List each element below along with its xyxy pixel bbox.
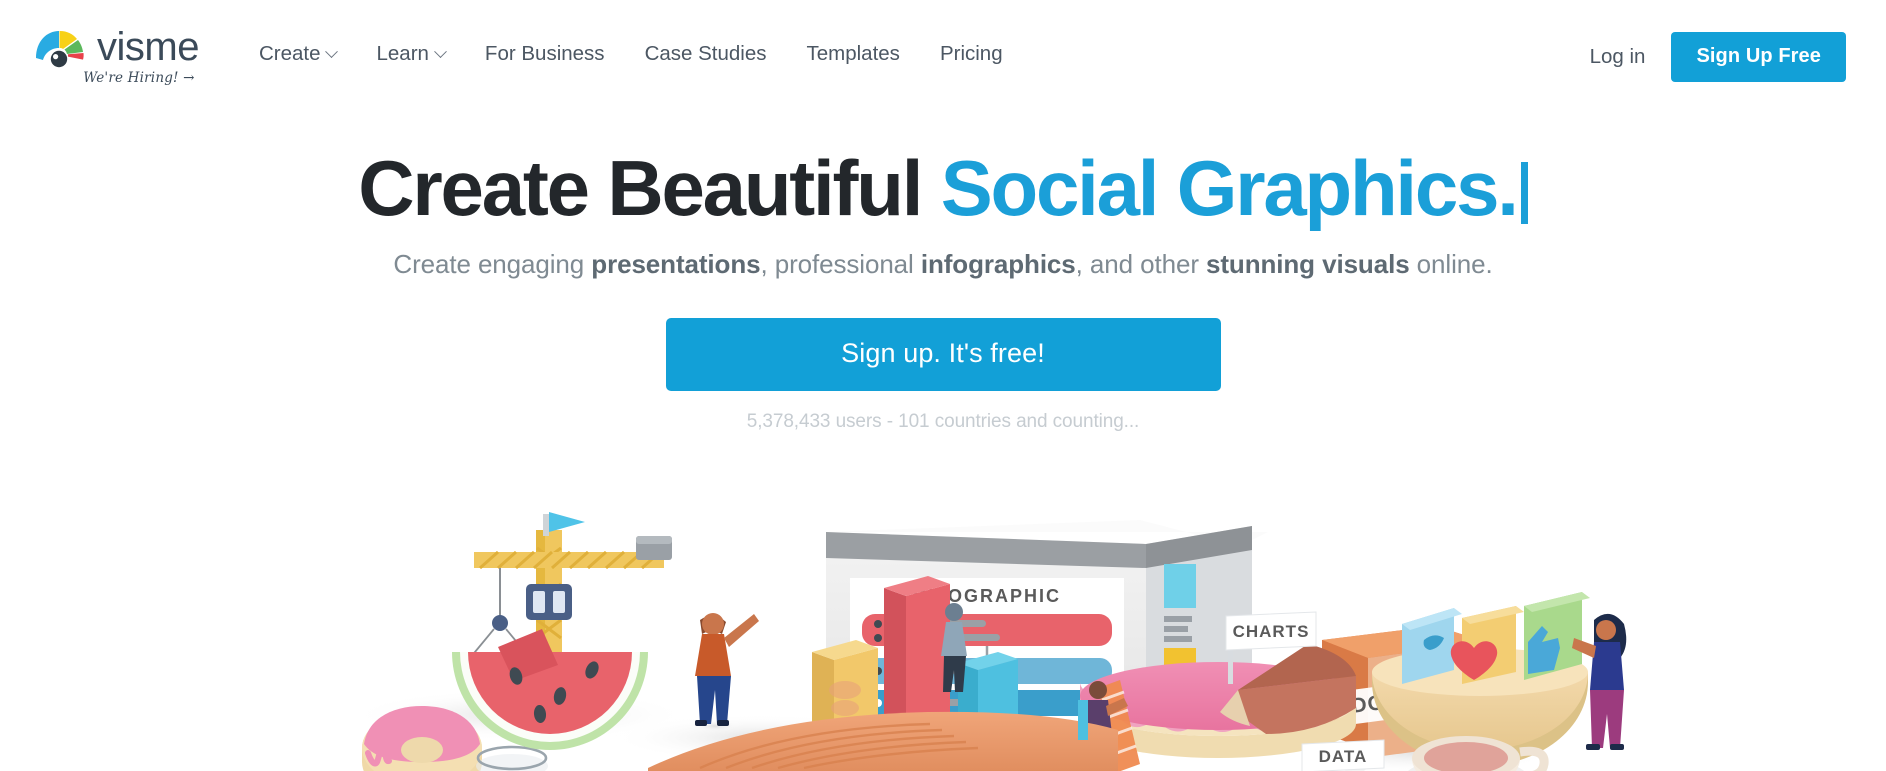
edge-accent-object xyxy=(1078,700,1088,740)
brand-logo[interactable]: visme We're Hiring! → xyxy=(33,26,199,86)
nav-item-label: Learn xyxy=(376,42,429,65)
bar-chart-object xyxy=(812,576,1018,771)
person-at-docs-object xyxy=(1461,660,1514,764)
donut-object xyxy=(354,706,490,771)
graphics-label: GRAPHICS xyxy=(1111,737,1209,756)
nav-item-templates[interactable]: Templates xyxy=(787,36,920,72)
subhead-part-4: online. xyxy=(1409,249,1493,279)
nav-item-learn[interactable]: Learn xyxy=(356,36,464,72)
docs-label: DOCS xyxy=(1350,687,1417,718)
coffee-cup-object xyxy=(1407,736,1549,771)
cta-container: Sign up. It's free! xyxy=(0,318,1886,391)
crane-object xyxy=(469,512,672,720)
graphics-sign-object: GRAPHICS xyxy=(1107,729,1213,771)
person-on-ladder-object xyxy=(1086,680,1140,771)
watermelon-object xyxy=(452,629,648,750)
main-nav: Create Learn For Business Case Studies T… xyxy=(239,36,1023,72)
subhead-part-1: Create engaging xyxy=(393,249,592,279)
login-link[interactable]: Log in xyxy=(1590,45,1646,69)
data-sign-object: DATA xyxy=(1301,739,1385,771)
nav-item-label: Create xyxy=(258,42,321,65)
infographic-box-object: INFOGRAPHIC xyxy=(826,520,1268,771)
nav-item-for-business[interactable]: For Business xyxy=(465,36,625,72)
site-header: visme We're Hiring! → Create Learn For B… xyxy=(0,0,1886,118)
docs-box-object: DOCS xyxy=(1322,626,1532,770)
brand-wordmark: visme xyxy=(97,25,199,69)
hero-subheading: Create engaging presentations, professio… xyxy=(0,247,1886,281)
page-title: Create Beautiful Social Graphics. xyxy=(0,145,1886,231)
data-label: DATA xyxy=(1319,747,1368,766)
subhead-part-3: , and other xyxy=(1075,249,1207,279)
nav-item-pricing[interactable]: Pricing xyxy=(920,36,1023,72)
subhead-bold-stunning-visuals: stunning visuals xyxy=(1206,249,1410,279)
nav-item-label: Templates xyxy=(806,42,900,65)
person-pointing-object xyxy=(693,613,759,732)
subhead-bold-infographics: infographics xyxy=(920,249,1076,279)
nav-item-create[interactable]: Create xyxy=(239,36,357,72)
subhead-bold-presentations: presentations xyxy=(591,249,761,279)
typing-caret xyxy=(1520,162,1528,224)
hero-section: Create Beautiful Social Graphics. Create… xyxy=(0,118,1886,433)
headline-static-text: Create Beautiful xyxy=(358,144,941,232)
chevron-down-icon xyxy=(434,44,447,58)
person-at-bowl-object xyxy=(1572,613,1627,750)
subhead-part-2: , professional xyxy=(760,249,921,279)
infographic-label: INFOGRAPHIC xyxy=(913,586,1061,606)
user-count-note: 5,378,433 users - 101 countries and coun… xyxy=(746,411,1140,432)
person-walking-object xyxy=(941,603,967,692)
bread-slices-object xyxy=(648,711,1118,771)
pie-chart-cake-object: CHARTS xyxy=(1066,611,1370,771)
hero-illustration: INFOGRAPHIC GRAPHICS DOCS CHARTS DATA xyxy=(0,500,1886,771)
social-bowl-object xyxy=(1372,592,1590,766)
brand-logo-row: visme xyxy=(33,26,199,68)
nav-item-label: For Business xyxy=(484,42,605,65)
chevron-down-icon xyxy=(325,44,339,58)
signup-free-button[interactable]: Sign Up Free xyxy=(1671,32,1846,82)
nav-item-case-studies[interactable]: Case Studies xyxy=(625,36,787,72)
nav-item-label: Pricing xyxy=(939,42,1003,65)
nav-item-label: Case Studies xyxy=(644,42,767,65)
glass-cup-object xyxy=(476,745,548,771)
header-actions: Log in Sign Up Free xyxy=(1590,32,1846,82)
headline-animated-text: Social Graphics. xyxy=(940,144,1519,232)
hiring-tagline[interactable]: We're Hiring! → xyxy=(83,70,194,86)
charts-label: CHARTS xyxy=(1233,622,1310,641)
landing-page: visme We're Hiring! → Create Learn For B… xyxy=(0,0,1886,771)
visme-chameleon-fan-logo-icon xyxy=(33,26,91,68)
signup-cta-button[interactable]: Sign up. It's free! xyxy=(665,318,1221,391)
